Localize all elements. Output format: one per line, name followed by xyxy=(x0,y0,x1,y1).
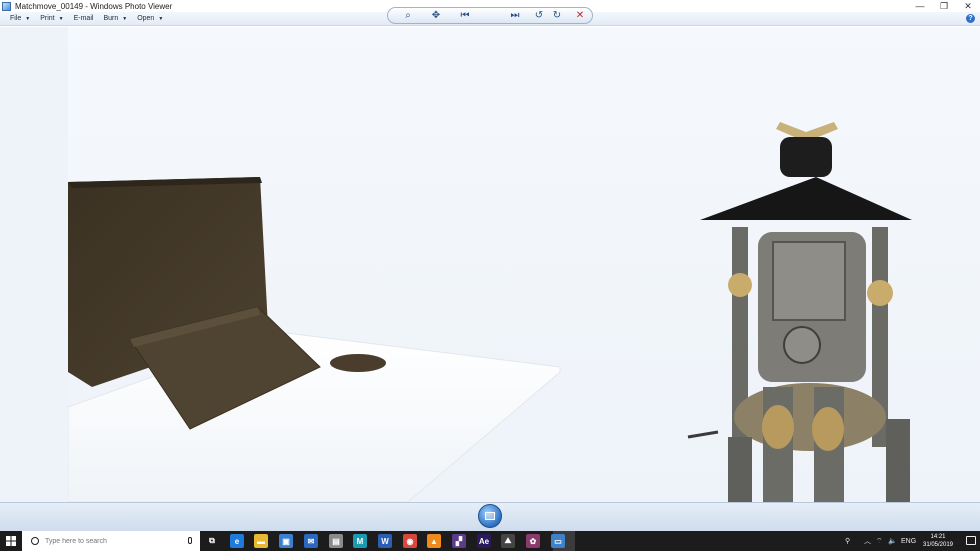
language-indicator[interactable]: ENG xyxy=(901,531,916,551)
app-6-icon[interactable]: ▤ xyxy=(329,534,343,548)
menu-email[interactable]: E-mail xyxy=(74,15,94,22)
chevron-down-icon: ▼ xyxy=(158,15,164,22)
file-explorer-icon[interactable]: ▬ xyxy=(254,534,268,548)
chrome-icon[interactable]: ◉ xyxy=(403,534,417,548)
action-center-icon[interactable] xyxy=(966,536,976,545)
photo-viewer-icon[interactable]: ▭ xyxy=(551,534,565,548)
menu-file[interactable]: File ▼ xyxy=(10,15,30,22)
displayed-image xyxy=(68,27,980,502)
menu-print-label: Print xyxy=(40,15,55,22)
photos-icon[interactable]: ⛰ xyxy=(501,534,515,548)
microphone-icon[interactable] xyxy=(188,537,192,544)
photo-viewer-app-icon xyxy=(2,1,11,11)
menu-print[interactable]: Print ▼ xyxy=(40,15,63,22)
previous-icon[interactable]: ⏮ xyxy=(454,9,476,22)
edge-icon[interactable]: e xyxy=(230,534,244,548)
vlc-icon[interactable]: ▲ xyxy=(427,534,441,548)
window-title: Matchmove_00149 - Windows Photo Viewer xyxy=(15,1,173,11)
task-view-icon[interactable]: ⧉ xyxy=(205,534,219,548)
robot xyxy=(700,122,912,502)
menu-file-label: File xyxy=(10,15,22,22)
windows-logo-icon xyxy=(6,536,16,546)
slideshow-button[interactable] xyxy=(478,504,502,528)
menu-email-label: E-mail xyxy=(73,15,94,22)
people-icon[interactable]: ⚲ xyxy=(845,531,850,551)
cable xyxy=(687,430,719,439)
close-button[interactable]: ✕ xyxy=(956,0,980,12)
zoom-icon[interactable]: ⌕ xyxy=(398,9,418,22)
mouse xyxy=(330,354,386,372)
taskbar-search-box[interactable] xyxy=(22,531,200,551)
chevron-down-icon: ▼ xyxy=(58,15,64,22)
window-controls: — ❐ ✕ xyxy=(908,0,980,12)
taskbar: ⧉ e ▬ ▣ ✉ ▤ MW ◉ ▲ ▞ Ae ⛰ ✿ ▭ ⚲ ︿ ⌔ 🔈 ENG 14:21 31/05… xyxy=(0,531,980,551)
search-input[interactable] xyxy=(45,537,175,545)
word-icon[interactable]: W xyxy=(378,534,392,548)
render-scene xyxy=(68,122,912,502)
show-hidden-icons-chevron[interactable]: ︿ xyxy=(864,531,871,551)
minimize-button[interactable]: — xyxy=(908,0,932,12)
slideshow-icon xyxy=(485,512,495,520)
maximize-button[interactable]: ❐ xyxy=(932,0,956,12)
chevron-down-icon: ▼ xyxy=(122,15,128,22)
app-11-icon[interactable]: ▞ xyxy=(452,534,466,548)
app-14-icon[interactable]: ✿ xyxy=(526,534,540,548)
chevron-down-icon: ▼ xyxy=(25,15,31,22)
delete-icon[interactable]: ✕ xyxy=(573,9,587,22)
clock-date: 31/05/2019 xyxy=(922,542,954,548)
network-icon[interactable]: ⌔ xyxy=(876,531,883,551)
menu-burn-label: Burn xyxy=(103,15,119,22)
search-icon xyxy=(31,537,39,545)
rotate-clockwise-icon[interactable]: ↻ xyxy=(550,9,564,22)
app-7-icon[interactable]: M xyxy=(353,534,367,548)
actual-size-icon[interactable]: ✥ xyxy=(428,9,444,22)
menu-burn[interactable]: Burn ▼ xyxy=(103,15,127,22)
start-button[interactable] xyxy=(0,531,22,551)
after-effects-icon[interactable]: Ae xyxy=(477,534,491,548)
menu-open-label: Open xyxy=(137,15,155,22)
mail-icon[interactable]: ✉ xyxy=(304,534,318,548)
system-clock[interactable]: 14:21 31/05/2019 xyxy=(918,533,958,549)
clock-time: 14:21 xyxy=(930,534,946,540)
volume-icon[interactable]: 🔈 xyxy=(888,531,897,551)
menu-open[interactable]: Open ▼ xyxy=(137,15,163,22)
help-icon[interactable]: ? xyxy=(966,14,975,23)
rotate-counterclockwise-icon[interactable]: ↺ xyxy=(532,9,546,22)
next-icon[interactable]: ⏭ xyxy=(504,9,526,22)
image-viewer-area[interactable] xyxy=(0,27,980,502)
store-icon[interactable]: ▣ xyxy=(279,534,293,548)
